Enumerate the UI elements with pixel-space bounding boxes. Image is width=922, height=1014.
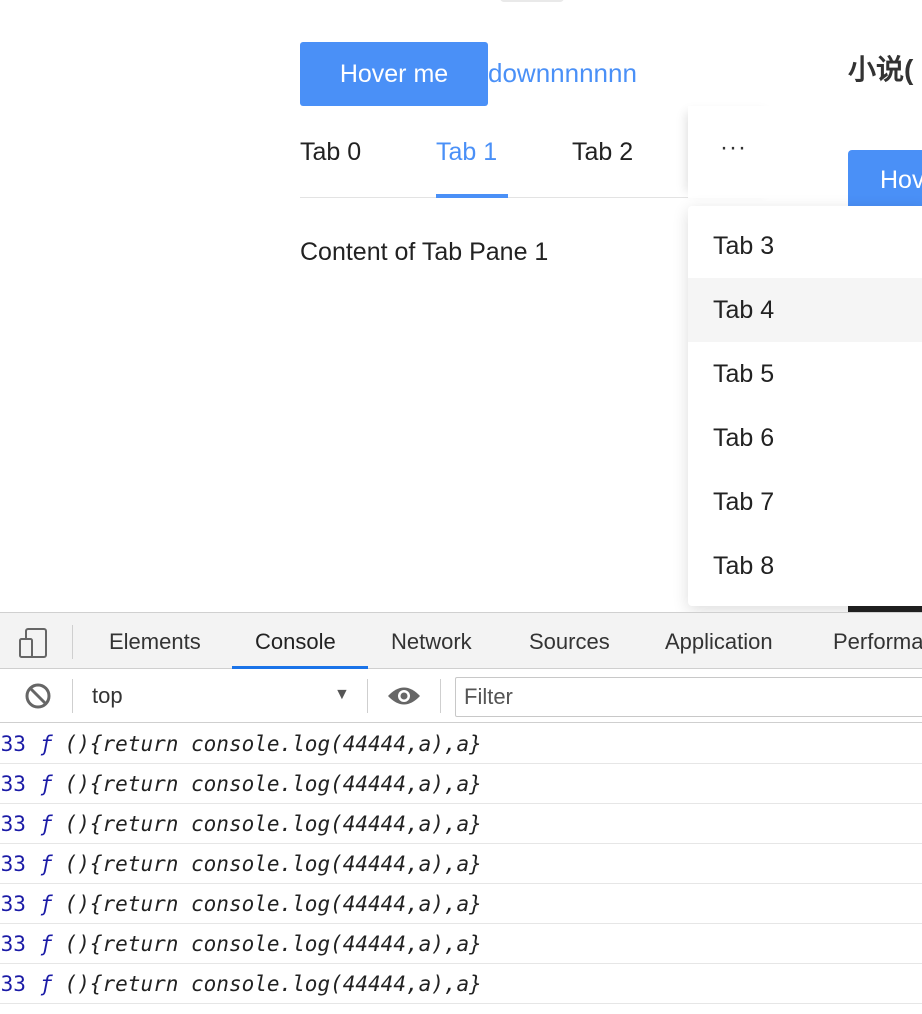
tab-1[interactable]: Tab 1: [436, 138, 497, 167]
console-line-number: 333: [0, 771, 26, 796]
clear-console-icon[interactable]: [24, 682, 52, 710]
devtools-tab-performance[interactable]: Performance: [833, 629, 922, 655]
function-symbol: ƒ: [39, 851, 53, 876]
overflow-tabs-dropdown: Tab 3 Tab 4 Tab 5 Tab 6 Tab 7 Tab 8: [688, 206, 922, 606]
console-line: 333 ƒ (){return console.log(44444,a),a}: [0, 884, 922, 924]
console-line-code: (){return console.log(44444,a),a}: [64, 931, 482, 956]
console-line-code: (){return console.log(44444,a),a}: [64, 971, 482, 996]
console-line: 333 ƒ (){return console.log(44444,a),a}: [0, 764, 922, 804]
tab-pane-content: Content of Tab Pane 1: [300, 238, 549, 266]
console-filter-input[interactable]: [455, 677, 922, 717]
dropdown-item-tab-6[interactable]: Tab 6: [688, 406, 922, 470]
down-link[interactable]: downnnnnnn: [488, 58, 637, 89]
console-line-number: 333: [0, 971, 26, 996]
tab-ink-bar: [436, 194, 508, 198]
function-symbol: ƒ: [39, 731, 53, 756]
console-line-number: 333: [0, 931, 26, 956]
console-line-number: 333: [0, 731, 26, 756]
right-hover-button[interactable]: Hover me: [848, 150, 922, 210]
toolbar-separator: [367, 679, 368, 713]
devtools-panel: Elements Console Network Sources Applica…: [0, 612, 922, 1014]
devtools-tab-console[interactable]: Console: [255, 629, 336, 655]
devtools-tab-network[interactable]: Network: [391, 629, 472, 655]
function-symbol: ƒ: [39, 811, 53, 836]
devtools-tab-sources[interactable]: Sources: [529, 629, 610, 655]
console-line-number: 333: [0, 851, 26, 876]
console-line: 333 ƒ (){return console.log(44444,a),a}: [0, 804, 922, 844]
dropdown-item-tab-5[interactable]: Tab 5: [688, 342, 922, 406]
more-tabs-button[interactable]: ···: [720, 134, 747, 162]
tab-0[interactable]: Tab 0: [300, 138, 361, 167]
console-line-code: (){return console.log(44444,a),a}: [64, 851, 482, 876]
dropdown-item-tab-3[interactable]: Tab 3: [688, 214, 922, 278]
console-line: 333 ƒ (){return console.log(44444,a),a}: [0, 844, 922, 884]
console-line-code: (){return console.log(44444,a),a}: [64, 811, 482, 836]
console-line: 333 ƒ (){return console.log(44444,a),a}: [0, 924, 922, 964]
devtools-tab-application[interactable]: Application: [665, 629, 773, 655]
function-symbol: ƒ: [39, 971, 53, 996]
toolbar-separator: [72, 679, 73, 713]
function-symbol: ƒ: [39, 891, 53, 916]
console-line-code: (){return console.log(44444,a),a}: [64, 731, 482, 756]
chevron-down-icon[interactable]: ▼: [334, 686, 350, 704]
devtools-tab-elements[interactable]: Elements: [109, 629, 201, 655]
console-output: 333 ƒ (){return console.log(44444,a),a} …: [0, 724, 922, 1004]
console-line-number: 333: [0, 891, 26, 916]
dropdown-item-tab-8[interactable]: Tab 8: [688, 534, 922, 598]
top-scroll-nub: [500, 0, 564, 2]
tab-2[interactable]: Tab 2: [572, 138, 633, 167]
tabs-more-area: ···: [688, 106, 780, 198]
devtools-separator: [72, 625, 73, 659]
eye-icon[interactable]: [386, 683, 422, 709]
console-line-code: (){return console.log(44444,a),a}: [64, 891, 482, 916]
console-line-number: 333: [0, 811, 26, 836]
function-symbol: ƒ: [39, 931, 53, 956]
console-line: 333 ƒ (){return console.log(44444,a),a}: [0, 964, 922, 1004]
dropdown-item-tab-4[interactable]: Tab 4: [688, 278, 922, 342]
right-section-title: 小说(: [848, 54, 914, 85]
console-line: 333 ƒ (){return console.log(44444,a),a}: [0, 724, 922, 764]
toolbar-separator: [440, 679, 441, 713]
devtools-tab-bar: Elements Console Network Sources Applica…: [0, 612, 922, 669]
dropdown-item-tab-7[interactable]: Tab 7: [688, 470, 922, 534]
function-symbol: ƒ: [39, 771, 53, 796]
console-toolbar: top ▼: [0, 669, 922, 723]
console-line-code: (){return console.log(44444,a),a}: [64, 771, 482, 796]
context-selector[interactable]: top: [92, 683, 123, 709]
hover-me-button[interactable]: Hover me: [300, 42, 488, 106]
device-toolbar-icon[interactable]: [18, 627, 50, 659]
